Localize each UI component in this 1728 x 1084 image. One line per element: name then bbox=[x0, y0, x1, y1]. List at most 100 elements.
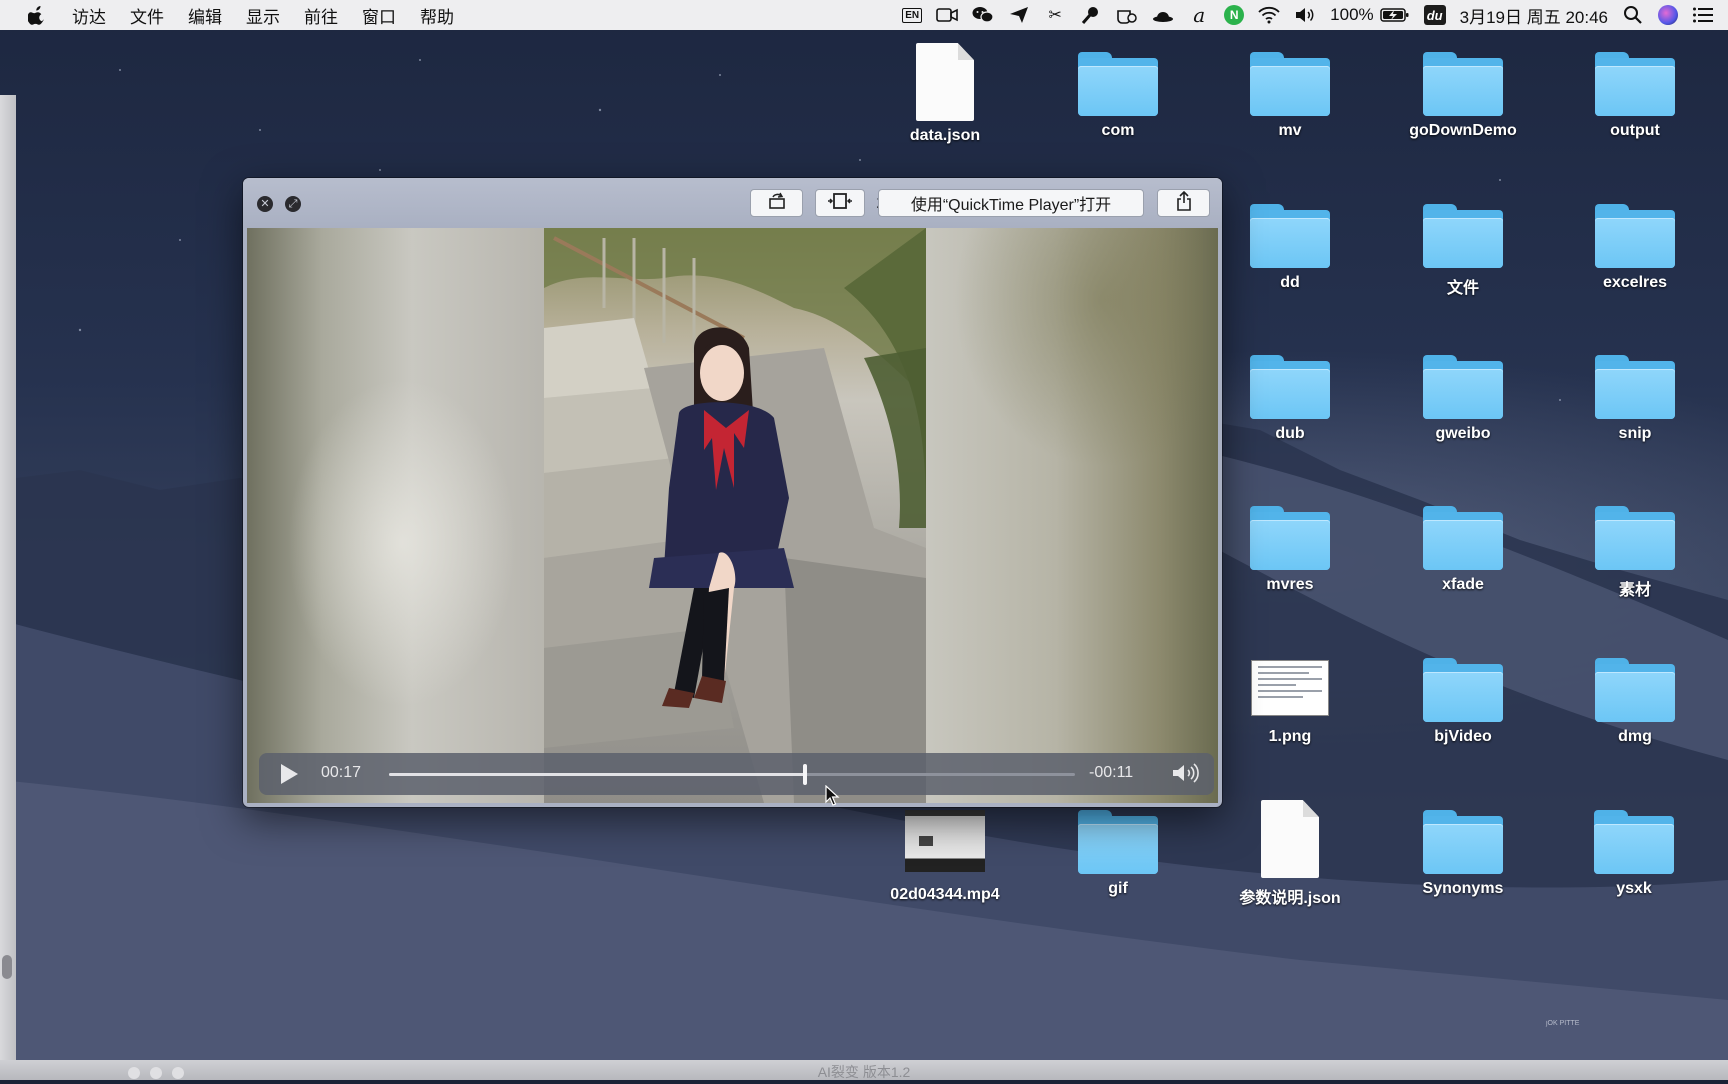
input-source-indicator[interactable]: EN bbox=[902, 7, 923, 23]
hat-icon[interactable] bbox=[1152, 5, 1174, 25]
image-thumbnail bbox=[1251, 660, 1329, 716]
desktop-item-ysxk[interactable]: ysxk bbox=[1559, 810, 1709, 898]
magnifier-tool-icon[interactable] bbox=[1080, 5, 1102, 25]
desktop-item-label: 文件 bbox=[1446, 280, 1479, 297]
watermark: jOK PITTE bbox=[1546, 1020, 1580, 1027]
folder-icon bbox=[1078, 810, 1158, 874]
background-window-titlebar: AI裂变 版本1.2 bbox=[0, 1060, 1728, 1080]
trim-icon bbox=[827, 192, 853, 214]
desktop-item-synonyms[interactable]: Synonyms bbox=[1388, 810, 1538, 898]
time-remaining: -00:11 bbox=[1089, 764, 1134, 781]
scroll-knob[interactable] bbox=[2, 955, 12, 979]
menu-window[interactable]: 窗口 bbox=[362, 3, 396, 28]
desktop-item-label: 1.png bbox=[1268, 728, 1312, 745]
desktop-item-excelres[interactable]: excelres bbox=[1560, 204, 1710, 292]
progress-fill bbox=[389, 773, 806, 776]
paper-plane-icon[interactable] bbox=[1008, 5, 1030, 25]
wifi-icon[interactable] bbox=[1258, 5, 1280, 25]
screen-record-icon[interactable] bbox=[936, 5, 958, 25]
folder-icon bbox=[1595, 506, 1675, 570]
desktop-item-dmg[interactable]: dmg bbox=[1560, 658, 1710, 746]
notification-center-icon[interactable] bbox=[1692, 5, 1714, 25]
quicklook-titlebar[interactable]: ✕ ⤢ 2428dff9.mp4 使用“QuickTime Player”打开 bbox=[243, 178, 1222, 228]
desktop-item-label: bjVideo bbox=[1434, 728, 1492, 745]
spotlight-search-icon[interactable] bbox=[1622, 5, 1644, 25]
apple-logo-icon[interactable] bbox=[26, 5, 48, 25]
folder-icon bbox=[1595, 658, 1675, 722]
desktop-item-dd[interactable]: dd bbox=[1215, 204, 1365, 292]
desktop-item-com[interactable]: com bbox=[1043, 52, 1193, 140]
desktop-item-label: gif bbox=[1108, 880, 1128, 897]
progress-handle[interactable] bbox=[803, 764, 808, 785]
desktop-item-gweibo[interactable]: gweibo bbox=[1388, 355, 1538, 443]
video-frame bbox=[544, 228, 926, 803]
folder-icon bbox=[1078, 52, 1158, 116]
desktop-item-label: data.json bbox=[909, 127, 981, 144]
quicklook-window: ✕ ⤢ 2428dff9.mp4 使用“QuickTime Player”打开 bbox=[243, 178, 1222, 807]
open-with-quicktime-button[interactable]: 使用“QuickTime Player”打开 bbox=[878, 189, 1144, 217]
folder-icon bbox=[1250, 355, 1330, 419]
menu-go[interactable]: 前往 bbox=[304, 3, 338, 28]
battery-percent[interactable]: 100% bbox=[1330, 5, 1373, 25]
menubar-clock[interactable]: 3月19日 周五 20:46 bbox=[1460, 3, 1608, 28]
menu-file[interactable]: 文件 bbox=[130, 3, 164, 28]
menu-help[interactable]: 帮助 bbox=[420, 3, 454, 28]
volume-icon[interactable] bbox=[1294, 5, 1316, 25]
desktop-item-label: xfade bbox=[1442, 576, 1484, 593]
du-app-icon[interactable]: du bbox=[1423, 5, 1446, 25]
background-window-edge bbox=[0, 95, 16, 1080]
folder-icon bbox=[1423, 506, 1503, 570]
desktop-item-label: dub bbox=[1275, 425, 1305, 442]
battery-charging-icon[interactable] bbox=[1379, 5, 1410, 25]
desktop-item-1-png[interactable]: 1.png bbox=[1215, 660, 1365, 746]
video-thumbnail bbox=[905, 810, 985, 872]
desktop-item-bjvideo[interactable]: bjVideo bbox=[1388, 658, 1538, 746]
coffee-timer-icon[interactable] bbox=[1116, 5, 1138, 25]
siri-icon[interactable] bbox=[1658, 5, 1678, 25]
desktop-item-data-json[interactable]: data.json bbox=[870, 43, 1020, 145]
desktop-item-sucai[interactable]: 素材 bbox=[1560, 506, 1710, 600]
desktop-item-label: gweibo bbox=[1435, 425, 1491, 442]
folder-icon bbox=[1250, 204, 1330, 268]
desktop-item-02d04344-mp4[interactable]: 02d04344.mp4 bbox=[870, 810, 1020, 904]
volume-icon[interactable] bbox=[1171, 762, 1201, 789]
desktop-item-label: snip bbox=[1618, 425, 1652, 442]
share-icon bbox=[1176, 190, 1192, 216]
menu-finder[interactable]: 访达 bbox=[72, 3, 106, 28]
trim-button[interactable] bbox=[815, 189, 865, 217]
desktop-item-gif[interactable]: gif bbox=[1043, 810, 1193, 898]
desktop-item-mvres[interactable]: mvres bbox=[1215, 506, 1365, 594]
desktop-item-wenjian[interactable]: 文件 bbox=[1388, 204, 1538, 298]
folder-icon bbox=[1423, 355, 1503, 419]
scissors-icon[interactable]: ✂ bbox=[1044, 5, 1066, 25]
folder-icon bbox=[1595, 52, 1675, 116]
signature-icon[interactable]: a bbox=[1188, 3, 1210, 27]
folder-icon bbox=[1423, 658, 1503, 722]
background-window-title: AI裂变 版本1.2 bbox=[817, 1064, 911, 1080]
desktop-item-dub[interactable]: dub bbox=[1215, 355, 1365, 443]
rotate-button[interactable] bbox=[750, 189, 803, 217]
desktop-item-xfade[interactable]: xfade bbox=[1388, 506, 1538, 594]
desktop-item-output[interactable]: output bbox=[1560, 52, 1710, 140]
video-preview[interactable]: 00:17 -00:11 bbox=[247, 228, 1218, 803]
video-controls: 00:17 -00:11 bbox=[259, 753, 1214, 795]
folder-icon bbox=[1595, 355, 1675, 419]
wechat-icon[interactable] bbox=[972, 5, 994, 25]
rotate-icon bbox=[767, 192, 787, 215]
close-icon[interactable]: ✕ bbox=[257, 196, 273, 212]
desktop-item-snip[interactable]: snip bbox=[1560, 355, 1710, 443]
document-icon bbox=[1261, 800, 1319, 878]
menu-view[interactable]: 显示 bbox=[246, 3, 280, 28]
n-app-icon[interactable]: N bbox=[1224, 5, 1245, 25]
desktop-item-mv[interactable]: mv bbox=[1215, 52, 1365, 140]
progress-bar[interactable] bbox=[389, 764, 1075, 785]
share-button[interactable] bbox=[1157, 189, 1210, 217]
play-icon[interactable] bbox=[281, 764, 298, 784]
folder-icon bbox=[1594, 810, 1674, 874]
desktop-item-godowndemo[interactable]: goDownDemo bbox=[1388, 52, 1538, 140]
fullscreen-icon[interactable]: ⤢ bbox=[285, 196, 301, 212]
menu-edit[interactable]: 编辑 bbox=[188, 3, 222, 28]
desktop-item-canshu-json[interactable]: 参数说明.json bbox=[1215, 800, 1365, 908]
desktop-item-label: output bbox=[1610, 122, 1660, 139]
desktop-item-label: excelres bbox=[1602, 274, 1668, 291]
